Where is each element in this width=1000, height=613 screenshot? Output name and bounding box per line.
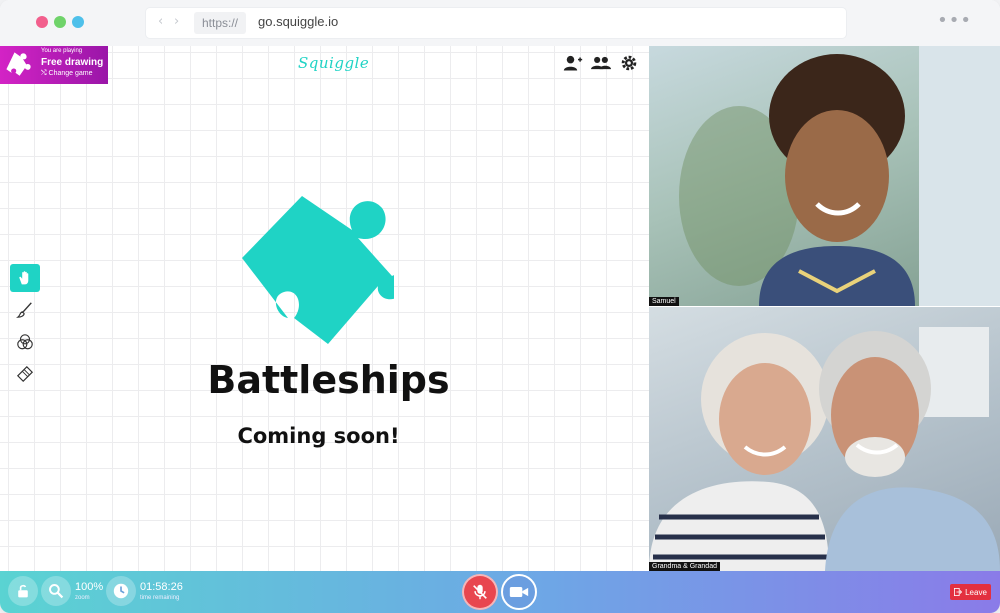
url-protocol: https:// <box>194 12 246 34</box>
browser-chrome: ‹ › https:// go.squiggle.io ••• <box>0 0 1000 46</box>
lock-button[interactable] <box>8 576 38 606</box>
video-tile-grandparents[interactable]: Grandma & Grandad <box>649 307 1000 571</box>
gear-icon[interactable] <box>619 54 639 72</box>
address-bar[interactable]: ‹ › https:// go.squiggle.io <box>146 8 846 38</box>
back-arrow-icon[interactable]: ‹ <box>158 14 163 29</box>
exit-icon <box>954 588 963 596</box>
zoom-value: 100% <box>75 581 104 593</box>
change-game-label: Change game <box>48 70 93 77</box>
color-tool[interactable] <box>10 328 40 356</box>
time-remaining-value: 01:58:26 <box>140 581 183 593</box>
badge-caption: You are playing <box>41 48 83 54</box>
url-text[interactable]: go.squiggle.io <box>258 14 338 29</box>
minimize-window-dot[interactable] <box>54 16 66 28</box>
forward-arrow-icon[interactable]: › <box>174 14 179 29</box>
video-feed-samuel <box>679 46 1000 306</box>
hand-icon <box>19 271 29 285</box>
squiggle-logo: Squiggle <box>298 54 370 72</box>
badge-title: Free drawing <box>41 57 104 68</box>
bottom-toolbar: 100% zoom 01:58:26 time remaining Leave <box>0 571 1000 613</box>
color-circles-icon <box>17 334 33 350</box>
leave-label: Leave <box>965 587 987 597</box>
drawing-board[interactable]: You are playing Free drawing ⤭ Change ga… <box>0 46 649 571</box>
video-feed-grandparents <box>649 327 1000 571</box>
clock-icon <box>113 583 129 599</box>
zoom-label: zoom <box>75 595 90 601</box>
leave-button[interactable]: Leave <box>950 584 991 600</box>
puzzle-icon <box>6 52 31 76</box>
participant-name-tag: Grandma & Grandad <box>649 562 720 571</box>
mic-off-icon <box>473 584 487 600</box>
camera-button[interactable] <box>501 574 537 610</box>
video-camera-icon <box>509 587 529 597</box>
video-tile-samuel[interactable]: Samuel <box>649 46 1000 306</box>
puzzle-icon <box>242 196 394 344</box>
brush-icon <box>16 302 32 318</box>
people-icon[interactable] <box>591 54 611 72</box>
game-badge[interactable]: You are playing Free drawing ⤭ Change ga… <box>0 46 108 84</box>
mute-microphone-button[interactable] <box>462 574 498 610</box>
unlock-icon <box>18 584 28 598</box>
game-subtitle: Coming soon! <box>237 424 400 448</box>
participant-name-tag: Samuel <box>649 297 679 306</box>
add-user-icon[interactable] <box>563 54 583 72</box>
hand-tool[interactable] <box>10 264 40 292</box>
brush-tool[interactable] <box>10 296 40 324</box>
game-title: Battleships <box>207 358 450 402</box>
app-window: ‹ › https:// go.squiggle.io ••• You are … <box>0 0 1000 613</box>
timer-button[interactable] <box>106 576 136 606</box>
puzzle-shape <box>242 196 394 344</box>
close-window-dot[interactable] <box>36 16 48 28</box>
more-dots-icon[interactable]: ••• <box>937 10 972 31</box>
time-remaining-label: time remaining <box>140 595 180 601</box>
zoom-button[interactable] <box>41 576 71 606</box>
maximize-window-dot[interactable] <box>72 16 84 28</box>
search-icon <box>49 584 64 599</box>
change-game-link[interactable]: ⤭ Change game <box>41 70 93 78</box>
